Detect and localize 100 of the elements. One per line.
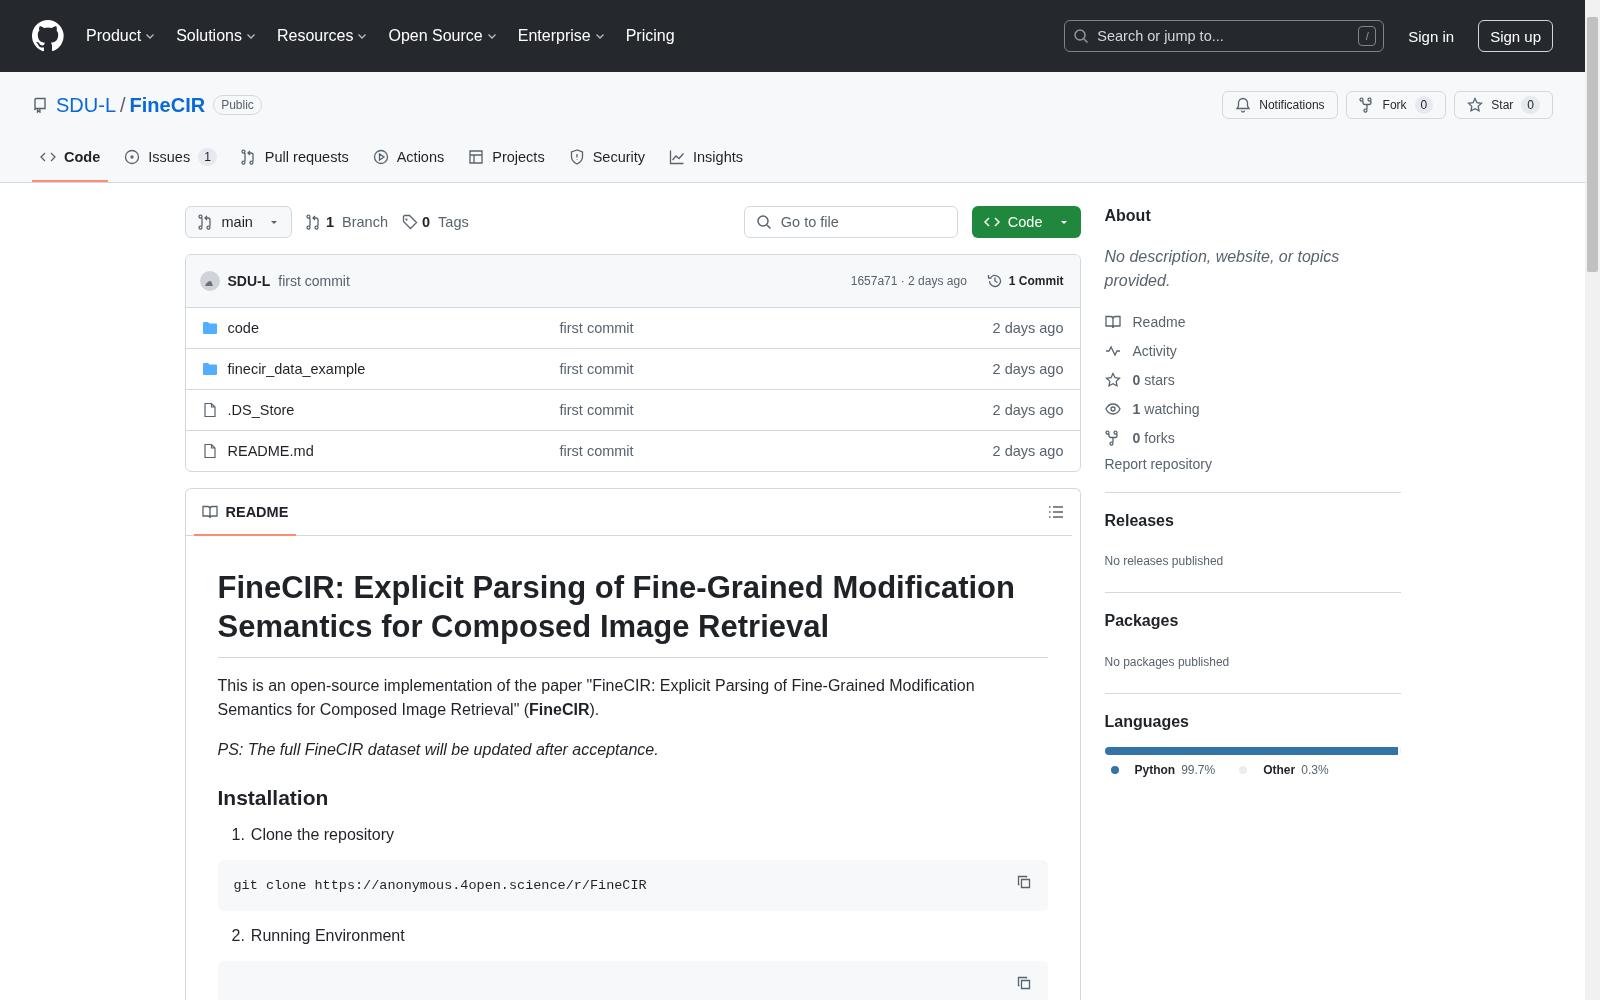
logo-icon[interactable] <box>32 20 64 52</box>
tab[interactable]: Code <box>32 142 109 182</box>
repo-name-link[interactable]: FineCIR <box>129 93 206 117</box>
path-separator: / <box>120 93 126 117</box>
releases-text: No releases published <box>1104 554 1225 569</box>
outline-menu-icon[interactable] <box>1047 504 1064 520</box>
code-line: git clone https://anonymous.4open.science/r/FineCIR <box>233 877 647 893</box>
list-item-text: Clone the repository <box>250 825 395 844</box>
fork-button[interactable]: Fork 0 <box>1345 91 1447 119</box>
language-name: Python <box>1134 762 1176 777</box>
search-icon <box>1073 28 1090 44</box>
avatar-icon <box>199 271 220 291</box>
eye-icon <box>1104 400 1121 417</box>
tab[interactable]: Issues 1 <box>116 142 225 182</box>
star-button[interactable]: Star 0 <box>1454 91 1553 119</box>
list-number: 1. <box>231 825 245 844</box>
packages-heading: Packages <box>1104 611 1180 631</box>
pull-request-icon <box>240 149 257 165</box>
table-icon <box>468 149 485 165</box>
file-name-link[interactable]: finecir_data_example <box>227 361 560 377</box>
commit-author-link[interactable]: SDU-L <box>227 273 271 289</box>
packages-text: No packages published <box>1104 654 1231 669</box>
book-icon <box>1104 313 1121 330</box>
about-text: No description, website, or topics provided. <box>1104 247 1341 292</box>
branch-icon <box>197 214 214 230</box>
history-icon <box>986 273 1003 289</box>
file-time: 2 days ago <box>992 443 1064 459</box>
file-name-link[interactable]: README.md <box>227 443 560 459</box>
about-heading: About <box>1104 206 1152 226</box>
nav-link[interactable]: Product <box>86 27 157 45</box>
copy-icon[interactable] <box>1015 974 1032 991</box>
sign-in-link[interactable]: Sign in <box>1408 27 1455 45</box>
file-time: 2 days ago <box>992 402 1064 418</box>
branch-icon <box>305 214 322 230</box>
fork-icon <box>1358 97 1375 113</box>
nav-link[interactable]: Pricing <box>625 27 675 45</box>
section-heading: Installation <box>217 785 330 810</box>
languages-heading: Languages <box>1104 711 1190 731</box>
bell-icon <box>1235 97 1252 113</box>
commit-message-link[interactable]: first commit <box>559 361 993 377</box>
language-name: Other <box>1263 762 1296 777</box>
language-percent: 0.3% <box>1301 762 1329 777</box>
commit-message-link[interactable]: first commit <box>559 402 993 418</box>
file-icon <box>201 402 218 418</box>
list-item-text: Running Environment <box>250 926 405 945</box>
branches-link[interactable]: 1 Branch <box>305 214 388 230</box>
tab[interactable]: Security <box>560 142 654 182</box>
shield-icon <box>568 149 585 165</box>
report-link[interactable]: Report repository <box>1104 452 1401 477</box>
counter: 0 <box>1414 96 1434 114</box>
intro-paragraph: This is an open-source implementation of the paper "FineCIR: Explicit Parsing of Fine-Grained Modification Semantics for Composed Image Retrieval" (FineCIR). <box>217 675 976 720</box>
tag-icon <box>402 214 418 230</box>
tab[interactable]: Insights <box>661 142 751 182</box>
sign-up-button[interactable]: Sign up <box>1478 20 1553 52</box>
copy-icon[interactable] <box>1015 873 1032 890</box>
file-time: 2 days ago <box>992 361 1064 377</box>
nav-link[interactable]: Enterprise <box>517 27 606 45</box>
commit-hash-time: 1657a71 · 2 days ago <box>850 274 967 288</box>
counter: 1 <box>198 148 217 166</box>
sidebar-link[interactable]: 1 watching <box>1104 394 1401 424</box>
folder-icon <box>201 320 218 336</box>
star-icon <box>1467 97 1484 113</box>
code-button[interactable]: Code <box>971 206 1081 238</box>
owner-link[interactable]: SDU-L <box>56 93 116 117</box>
note-paragraph: PS: The full FineCIR dataset will be updated after acceptance. <box>217 739 660 760</box>
tab[interactable]: Pull requests <box>232 142 357 182</box>
tab[interactable]: Projects <box>460 142 553 182</box>
commit-message-link[interactable]: first commit <box>559 320 993 336</box>
play-icon <box>372 149 389 165</box>
nav-link[interactable]: Solutions <box>176 27 257 45</box>
file-time: 2 days ago <box>992 320 1064 336</box>
shortcut-key: / <box>1358 26 1377 46</box>
file-icon <box>201 443 218 459</box>
go-to-file-field[interactable]: Go to file <box>743 206 958 238</box>
branch-button[interactable]: main <box>184 206 292 238</box>
file-name-link[interactable]: code <box>227 320 560 336</box>
sidebar-link[interactable]: Activity <box>1104 336 1401 366</box>
sidebar-link[interactable]: 0 stars <box>1104 365 1401 395</box>
sidebar-link[interactable]: Readme <box>1104 307 1401 337</box>
repo-icon <box>32 97 48 113</box>
tags-link[interactable]: 0 Tags <box>402 214 469 230</box>
commit-message-link[interactable]: first commit <box>278 273 350 289</box>
nav-link[interactable]: Open Source <box>388 27 498 45</box>
language-percent: 99.7% <box>1181 762 1216 777</box>
nav-link[interactable]: Resources <box>276 27 369 45</box>
file-name-link[interactable]: .DS_Store <box>227 402 560 418</box>
book-icon <box>201 503 218 520</box>
folder-icon <box>201 361 218 377</box>
commits-link[interactable]: 1 Commit <box>986 273 1064 289</box>
graph-icon <box>669 149 686 165</box>
readme-tab[interactable]: README <box>193 489 297 536</box>
notifications-button[interactable]: Notifications <box>1222 91 1338 119</box>
readme-title: FineCIR: Explicit Parsing of Fine-Grained Modification Semantics for Composed Image Retrieval <box>217 568 1048 658</box>
sidebar-link[interactable]: 0 forks <box>1104 423 1401 453</box>
star-icon <box>1104 371 1121 388</box>
search-icon <box>755 214 772 230</box>
commit-message-link[interactable]: first commit <box>559 443 993 459</box>
list-number: 2. <box>231 926 245 945</box>
fork-icon <box>1104 429 1121 446</box>
tab[interactable]: Actions <box>364 142 453 182</box>
